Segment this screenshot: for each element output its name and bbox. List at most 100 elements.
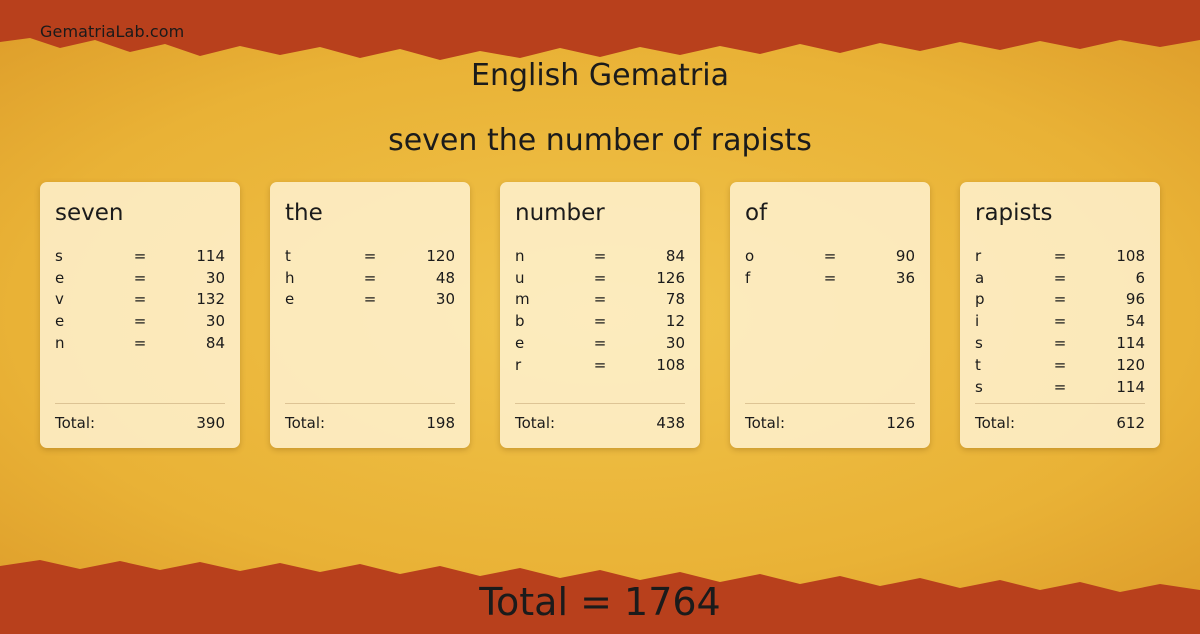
word-card-of: of o = 90 f = 36 Total: 126 [730,182,930,448]
letter-list: o = 90 f = 36 [745,245,915,289]
letter-list: t = 120 h = 48 e = 30 [285,245,455,310]
letter-value: 96 [1125,290,1145,309]
card-word: rapists [975,200,1053,226]
total-label: Total: [975,414,1016,432]
total-value: 438 [656,414,685,432]
letter-row: r = 108 [515,354,685,376]
card-word: the [285,200,323,226]
letter: t [975,355,981,374]
letter-value: 120 [1116,355,1145,374]
equals-sign: = [133,312,147,331]
page-title: English Gematria [471,58,729,93]
letter: p [975,290,985,309]
total-label: Total: [745,414,786,432]
letter-list: n = 84 u = 126 m = 78 b = 12 e = 30 r = 108 [515,245,685,376]
letter-row: m = 78 [515,289,685,311]
letter-list: r = 108 a = 6 p = 96 i = 54 s = 114 t = 120 s = 114 [975,245,1145,398]
equals-sign: = [1053,268,1067,287]
letter: n [55,334,65,353]
letter: r [515,355,522,374]
total-value: 126 [886,414,915,432]
grand-total: Total = 1764 [479,580,721,624]
letter-value: 84 [205,334,225,353]
letter: e [55,268,65,287]
letter: s [975,334,983,353]
site-logo[interactable]: GematriaLab.com [40,22,184,41]
equals-sign: = [1053,246,1067,265]
letter-value: 54 [1125,312,1145,331]
letter-value: 30 [435,290,455,309]
card-word: of [745,200,768,226]
equals-sign: = [363,246,377,265]
card-word: number [515,200,605,226]
letter: s [975,377,983,396]
letter-row: e = 30 [55,310,225,332]
letter: t [285,246,291,265]
equals-sign: = [363,268,377,287]
letter-row: s = 114 [975,376,1145,398]
letter: e [55,312,65,331]
letter: r [975,246,982,265]
equals-sign: = [1053,334,1067,353]
letter-value: 120 [426,246,455,265]
letter-value: 132 [196,290,225,309]
equals-sign: = [593,268,607,287]
letter-row: b = 12 [515,310,685,332]
word-card-number: number n = 84 u = 126 m = 78 b = 12 e = 30 r = 108 T… [500,182,700,448]
letter-value: 90 [895,246,915,265]
letter-value: 108 [656,355,685,374]
letter-value: 6 [1135,268,1145,287]
card-total: Total: 390 [55,414,225,432]
total-label: Total: [285,414,326,432]
letter-value: 114 [196,246,225,265]
equals-sign: = [133,246,147,265]
total-value: 612 [1116,414,1145,432]
letter: e [515,334,525,353]
letter-value: 30 [665,334,685,353]
card-divider [515,403,685,404]
card-divider [285,403,455,404]
letter: m [515,290,530,309]
letter-value: 36 [895,268,915,287]
letter: f [745,268,751,287]
equals-sign: = [593,334,607,353]
letter: n [515,246,525,265]
letter-row: u = 126 [515,267,685,289]
letter-row: n = 84 [55,332,225,354]
letter-row: s = 114 [55,245,225,267]
letter-value: 12 [665,312,685,331]
letter-value: 114 [1116,334,1145,353]
equals-sign: = [1053,355,1067,374]
letter-value: 30 [205,312,225,331]
letter-row: f = 36 [745,267,915,289]
letter-row: t = 120 [285,245,455,267]
letter-row: s = 114 [975,332,1145,354]
word-card-seven: seven s = 114 e = 30 v = 132 e = 30 n = 84 Total: 3… [40,182,240,448]
letter: b [515,312,525,331]
letter: o [745,246,755,265]
letter-list: s = 114 e = 30 v = 132 e = 30 n = 84 [55,245,225,354]
letter-row: p = 96 [975,289,1145,311]
card-total: Total: 198 [285,414,455,432]
letter-row: t = 120 [975,354,1145,376]
letter-value: 48 [435,268,455,287]
equals-sign: = [133,334,147,353]
total-label: Total: [515,414,556,432]
card-divider [745,403,915,404]
letter-row: a = 6 [975,267,1145,289]
card-total: Total: 612 [975,414,1145,432]
letter-row: e = 30 [285,289,455,311]
equals-sign: = [1053,290,1067,309]
equals-sign: = [363,290,377,309]
letter: e [285,290,295,309]
total-label: Total: [55,414,96,432]
letter: s [55,246,63,265]
letter-value: 108 [1116,246,1145,265]
letter-row: e = 30 [55,267,225,289]
letter-row: i = 54 [975,310,1145,332]
letter: v [55,290,64,309]
equals-sign: = [593,290,607,309]
letter: i [975,312,980,331]
letter-value: 114 [1116,377,1145,396]
equals-sign: = [1053,312,1067,331]
